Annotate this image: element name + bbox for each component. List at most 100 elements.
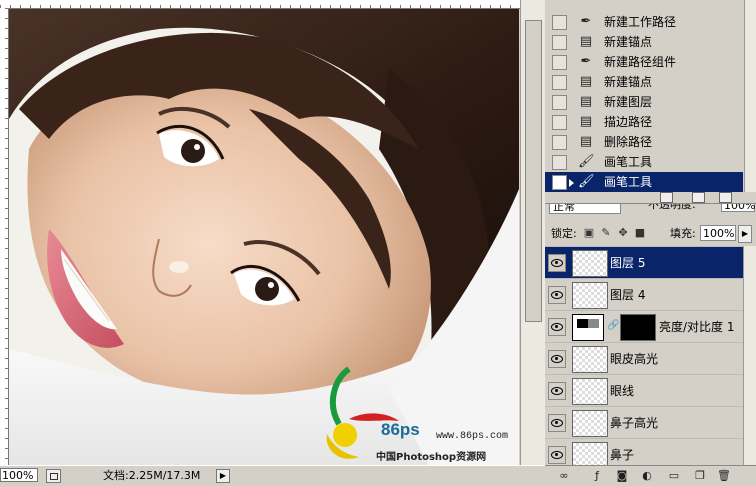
- lock-brush-icon[interactable]: ✎: [600, 227, 612, 239]
- history-state-label: 新建图层: [604, 95, 653, 109]
- image-canvas[interactable]: [9, 9, 519, 465]
- history-state-label: 新建路径组件: [604, 55, 677, 69]
- layer-name: 图层 4: [610, 288, 646, 302]
- history-checkbox[interactable]: [552, 175, 567, 190]
- document-window: 86ps www.86ps.com 中国Photoshop资源网 100% 文档…: [0, 0, 546, 486]
- history-checkbox[interactable]: [552, 55, 567, 70]
- history-state[interactable]: ▤ 删除路径: [545, 132, 743, 153]
- fill-dropdown-arrow[interactable]: ▶: [738, 225, 752, 243]
- history-state-label: 删除路径: [604, 135, 653, 149]
- lock-label: 锁定:: [551, 227, 577, 240]
- layer-row[interactable]: 图层 5: [545, 246, 743, 279]
- history-state[interactable]: ▤ 描边路径: [545, 112, 743, 133]
- layers-scrollbar[interactable]: [743, 246, 756, 465]
- layers-options-bar: 正常 不透明度: 100%: [545, 203, 756, 222]
- fill-field[interactable]: 100%: [700, 225, 736, 241]
- delete-layer-icon[interactable]: 🗑: [717, 469, 731, 482]
- history-scrollbar[interactable]: [744, 0, 756, 192]
- new-snapshot-button[interactable]: [692, 192, 705, 203]
- layer-row[interactable]: 鼻子高光: [545, 406, 743, 439]
- lock-transparency-icon[interactable]: ▣: [583, 227, 595, 239]
- zoom-field[interactable]: 100%: [0, 468, 38, 482]
- document-size: 文档:2.25M/17.3M: [103, 469, 201, 482]
- pen-icon: ✒: [580, 14, 592, 29]
- layer-name: 鼻子高光: [610, 416, 659, 430]
- status-bar: 100% 文档:2.25M/17.3M ▶: [0, 465, 545, 486]
- layer-name: 亮度/对比度 1: [659, 320, 735, 334]
- visibility-eye-icon[interactable]: [548, 286, 566, 304]
- visibility-eye-icon[interactable]: [548, 318, 566, 336]
- watermark-url: www.86ps.com: [436, 431, 509, 442]
- visibility-eye-icon[interactable]: [548, 254, 566, 272]
- lock-move-icon[interactable]: ✥: [617, 227, 629, 239]
- layer-row[interactable]: 眼皮高光: [545, 342, 743, 375]
- history-state[interactable]: ✒ 新建工作路径: [545, 12, 743, 33]
- history-state[interactable]: 🖌 画笔工具: [545, 172, 743, 193]
- history-state[interactable]: ▤ 新建锚点: [545, 72, 743, 93]
- document-info-icon[interactable]: [46, 469, 61, 483]
- history-state-label: 新建工作路径: [604, 15, 677, 29]
- vertical-ruler: [0, 8, 9, 465]
- new-group-icon[interactable]: ▭: [667, 469, 681, 482]
- history-checkbox[interactable]: [552, 35, 567, 50]
- layer-row[interactable]: 眼线: [545, 374, 743, 407]
- lock-row: 锁定: ▣ ✎ ✥ ■ 填充: 100% ▶: [545, 222, 756, 246]
- blend-mode-select[interactable]: 正常: [549, 204, 621, 214]
- layer-name: 图层 5: [610, 256, 646, 270]
- add-mask-icon[interactable]: ◙: [615, 469, 629, 482]
- adjustment-layer-thumbnail: [572, 314, 604, 341]
- layer-name: 鼻子: [610, 448, 635, 462]
- watermark-caption: 中国Photoshop资源网: [376, 452, 487, 463]
- history-checkbox[interactable]: [552, 115, 567, 130]
- layer-thumbnail: [572, 346, 608, 373]
- horizontal-ruler: [0, 0, 520, 9]
- mask-link-icon[interactable]: 🔗: [607, 321, 619, 331]
- history-checkbox[interactable]: [552, 135, 567, 150]
- watermark-brand: 86ps: [381, 420, 420, 439]
- layer-name: 眼线: [610, 384, 635, 398]
- layer-mask-thumbnail[interactable]: [620, 314, 656, 341]
- history-checkbox[interactable]: [552, 95, 567, 110]
- history-state[interactable]: 🖌 画笔工具: [545, 152, 743, 173]
- history-state[interactable]: ▤ 新建图层: [545, 92, 743, 113]
- canvas-vertical-scrollbar[interactable]: [520, 0, 546, 465]
- layer-style-icon[interactable]: ƒ: [590, 469, 604, 482]
- new-document-from-state-button[interactable]: [660, 192, 673, 203]
- layers-footer: ∞ ƒ ◙ ◐ ▭ ❐ 🗑: [545, 465, 756, 486]
- lock-all-icon[interactable]: ■: [634, 227, 646, 239]
- history-checkbox[interactable]: [552, 75, 567, 90]
- visibility-eye-icon[interactable]: [548, 414, 566, 432]
- visibility-eye-icon[interactable]: [548, 382, 566, 400]
- visibility-eye-icon[interactable]: [548, 350, 566, 368]
- history-checkbox[interactable]: [552, 15, 567, 30]
- status-menu-arrow[interactable]: ▶: [216, 469, 230, 483]
- document-icon: ▤: [579, 134, 593, 149]
- pen-icon: ✒: [580, 54, 592, 69]
- link-layers-icon[interactable]: ∞: [557, 469, 571, 482]
- layer-row[interactable]: 🔗 亮度/对比度 1: [545, 310, 743, 343]
- brush-icon: 🖌: [578, 174, 595, 189]
- document-icon: ▤: [579, 74, 593, 89]
- document-icon: ▤: [579, 94, 593, 109]
- history-checkbox[interactable]: [552, 155, 567, 170]
- opacity-label: 不透明度:: [648, 203, 696, 211]
- delete-state-icon[interactable]: [719, 192, 732, 203]
- opacity-field[interactable]: 100%: [721, 204, 755, 212]
- scroll-thumb[interactable]: [525, 20, 542, 322]
- layer-name: 眼皮高光: [610, 352, 659, 366]
- portrait-image: [9, 9, 519, 465]
- layer-thumbnail: [572, 250, 608, 277]
- layer-thumbnail: [572, 282, 608, 309]
- document-icon: ▤: [579, 34, 593, 49]
- visibility-eye-icon[interactable]: [548, 446, 566, 464]
- history-state-label: 画笔工具: [604, 175, 653, 189]
- history-state[interactable]: ▤ 新建锚点: [545, 32, 743, 53]
- history-state-label: 新建锚点: [604, 75, 653, 89]
- layer-thumbnail: [572, 410, 608, 437]
- history-state-label: 描边路径: [604, 115, 653, 129]
- layer-row[interactable]: 图层 4: [545, 278, 743, 311]
- history-state[interactable]: ✒ 新建路径组件: [545, 52, 743, 73]
- history-panel: ✒ 新建工作路径 ▤ 新建锚点 ✒ 新建路径组件 ▤ 新建锚点 ▤ 新建图层 ▤ 描边路径 ▤ 删除路径 🖌…: [545, 0, 756, 201]
- adjustment-layer-icon[interactable]: ◐: [640, 469, 654, 482]
- new-layer-icon[interactable]: ❐: [693, 469, 707, 482]
